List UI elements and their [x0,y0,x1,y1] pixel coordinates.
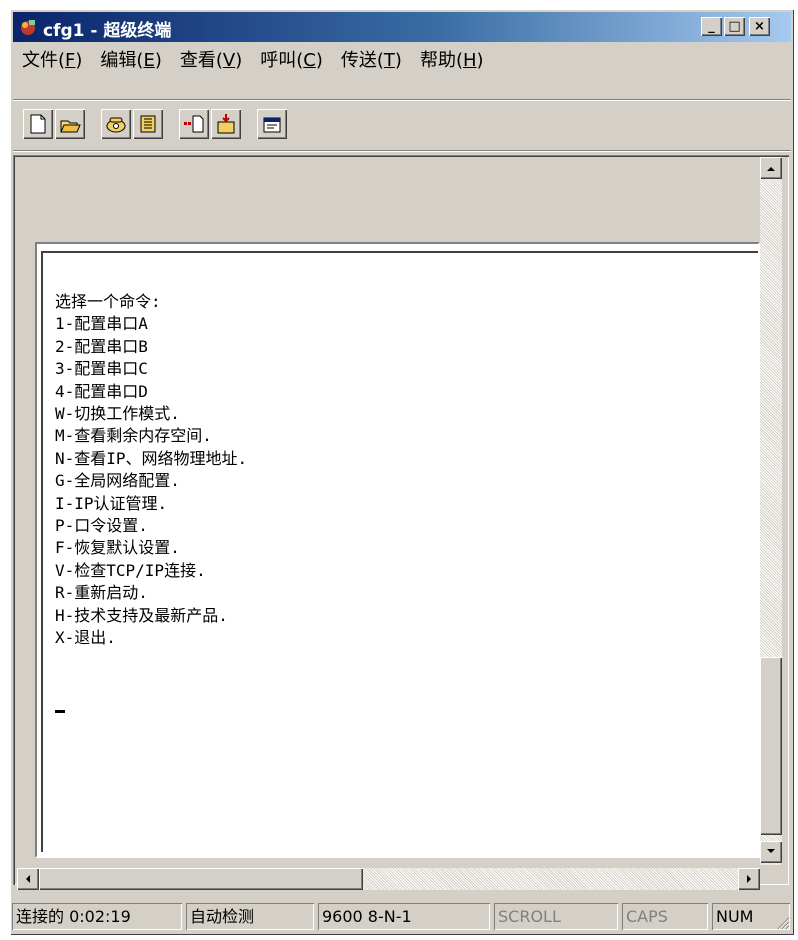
hangup-button[interactable] [133,109,163,139]
status-caps: CAPS [622,903,708,930]
status-bar: 连接的 0:02:19 自动检测 9600 8-N-1 SCROLL CAPS … [12,902,792,933]
scroll-left-button[interactable] [17,868,39,890]
receive-file-icon [217,114,235,134]
menu-separator [13,99,791,101]
vertical-scroll-thumb[interactable] [760,657,782,835]
properties-button[interactable] [257,109,287,139]
scroll-right-button[interactable] [738,868,760,890]
title-bar[interactable]: cfg1 - 超级终端 _ □ × [13,12,791,42]
menu-file[interactable]: 文件(F) [13,46,91,72]
minimize-button[interactable]: _ [701,17,722,36]
terminal-cursor [55,710,65,713]
arrow-up-icon [767,167,775,171]
menu-call[interactable]: 呼叫(C) [251,46,332,72]
menu-help[interactable]: 帮助(H) [411,46,493,72]
menu-edit[interactable]: 编辑(E) [91,46,170,72]
terminal-line: P-口令设置. [55,516,148,536]
properties-icon [263,117,281,133]
terminal-line: N-查看IP、网络物理地址. [55,448,248,468]
open-icon [60,120,81,133]
scroll-up-button[interactable] [760,157,782,179]
menu-view[interactable]: 查看(V) [171,46,251,72]
hangup-icon [140,115,156,133]
terminal-line: 1-配置串口A [55,314,148,334]
terminal-output: 选择一个命令: 1-配置串口A 2-配置串口B 3-配置串口C 4-配置串口D W-切换工… [55,291,247,650]
send-file-button[interactable] [179,109,209,139]
toolbar-separator [13,150,791,152]
window-title: cfg1 - 超级终端 [43,21,172,41]
menu-transfer[interactable]: 传送(T) [332,46,411,72]
maximize-button[interactable]: □ [724,17,745,36]
call-button[interactable] [101,109,131,139]
terminal-line: R-重新启动. [55,583,148,603]
terminal-line: W-切换工作模式. [55,404,180,424]
hyperterminal-app-icon[interactable] [18,17,38,37]
status-port-settings: 9600 8-N-1 [318,903,490,930]
terminal-line: I-IP认证管理. [55,493,168,513]
terminal-line: X-退出. [55,628,116,648]
status-scroll: SCROLL [494,903,618,930]
terminal-line: H-技术支持及最新产品. [55,605,228,625]
terminal-line: G-全局网络配置. [55,471,180,491]
minimize-icon: _ [708,19,715,34]
terminal-line: M-查看剩余内存空间. [55,426,212,446]
phone-call-icon [106,117,126,133]
arrow-left-icon [26,875,30,883]
status-connected-time: 连接的 0:02:19 [12,903,182,930]
terminal-line: 选择一个命令: [55,292,161,311]
terminal-inner-frame: 选择一个命令: 1-配置串口A 2-配置串口B 3-配置串口C 4-配置串口D W-切换工… [41,251,758,852]
hyperterminal-window: cfg1 - 超级终端 _ □ × 文件(F) 编辑(E) 查看(V) 呼叫(C… [10,9,794,935]
horizontal-scroll-thumb[interactable] [39,868,363,890]
terminal-client-area: 选择一个命令: 1-配置串口A 2-配置串口B 3-配置串口C 4-配置串口D W-切换工… [13,155,789,890]
status-auto-detect: 自动检测 [186,903,314,930]
terminal-line: 4-配置串口D [55,381,148,401]
open-button[interactable] [55,109,85,139]
new-button[interactable] [23,109,53,139]
resize-grip-icon[interactable] [776,916,790,930]
terminal-line: F-恢复默认设置. [55,538,180,558]
terminal-line: 3-配置串口C [55,359,148,379]
arrow-down-icon [767,849,775,853]
menu-bar: 文件(F) 编辑(E) 查看(V) 呼叫(C) 传送(T) 帮助(H) [13,44,791,74]
new-icon [30,114,46,134]
close-button[interactable]: × [749,17,770,36]
toolbar [13,105,791,149]
scroll-down-button[interactable] [760,841,782,863]
terminal-line: V-检查TCP/IP连接. [55,560,206,580]
terminal-line: 2-配置串口B [55,336,148,356]
receive-file-button[interactable] [211,109,241,139]
maximize-icon: □ [728,19,741,34]
close-icon: × [754,19,765,34]
terminal-screen[interactable]: 选择一个命令: 1-配置串口A 2-配置串口B 3-配置串口C 4-配置串口D W-切换工… [35,242,760,858]
send-file-icon [184,115,204,133]
arrow-right-icon [747,875,751,883]
